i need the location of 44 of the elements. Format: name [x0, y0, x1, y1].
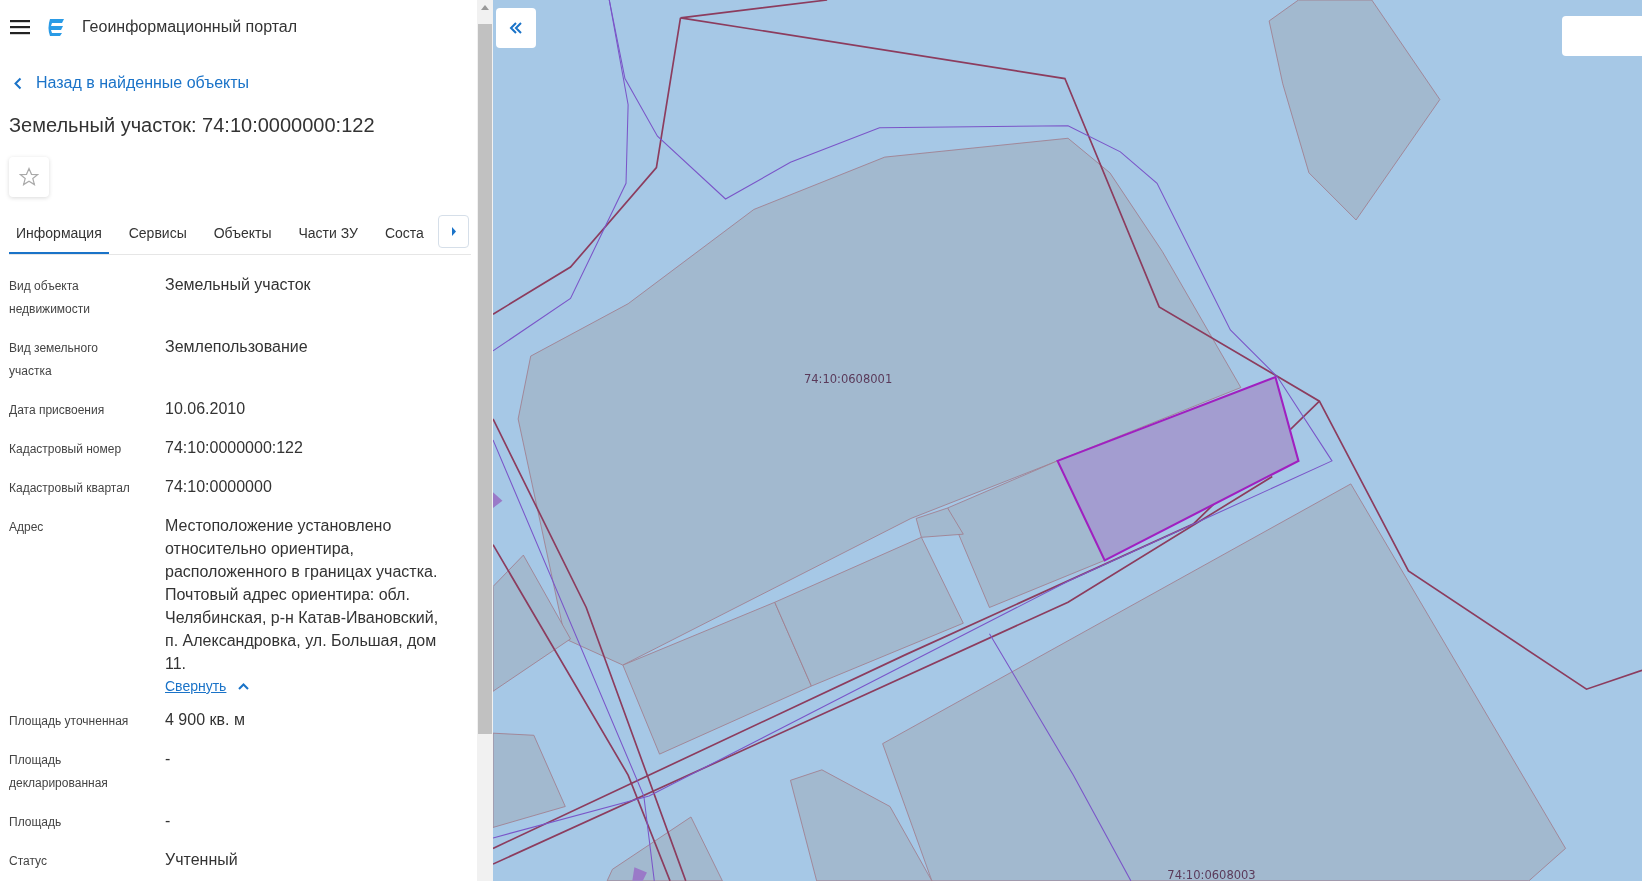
- field-label: Площадь: [9, 814, 63, 831]
- field-label: Кадастровый номер: [9, 441, 123, 458]
- field-value: -: [165, 749, 172, 769]
- field-label: Площадь уточненная: [9, 713, 130, 730]
- scroll-up-icon[interactable]: [481, 4, 489, 10]
- field-label: Кадастровый квартал: [9, 480, 131, 497]
- cadastral-label: 74:10:0608001: [803, 372, 893, 387]
- portal-title: Геоинформационный портал: [82, 18, 298, 36]
- chevron-up-icon: [238, 682, 250, 690]
- field-value: -: [165, 811, 172, 831]
- tab[interactable]: Сервисы: [121, 215, 194, 254]
- chevron-left-icon: [14, 76, 22, 90]
- field-label: Статус: [9, 853, 48, 870]
- field-label: Вид объекта недвижимости: [9, 278, 91, 318]
- selected-parcel[interactable]: [1056, 375, 1300, 562]
- field-value: Землепользование: [165, 337, 309, 357]
- field-label: Адрес: [9, 519, 45, 536]
- tab[interactable]: Информация: [9, 215, 109, 254]
- tabs-scroll-button[interactable]: [438, 215, 469, 248]
- tab[interactable]: Объекты: [206, 215, 279, 254]
- back-link[interactable]: Назад в найденные объекты: [14, 74, 250, 92]
- field-value: Местоположение установлено относительно ориентира, расположенного в границах участка. Почтовый адрес ориентира: обл. Челябинская, р-н Катав-Ивановский, п. Александровка, ул. Большая, дом 11.: [165, 516, 440, 674]
- field-value: 4 900 кв. м: [165, 710, 246, 730]
- field-value: 74:10:0000000: [165, 477, 273, 497]
- field-value: 74:10:0000000:122: [165, 438, 304, 458]
- logo-icon: [46, 17, 66, 37]
- field-value: Учтенный: [165, 850, 239, 870]
- field-label: Дата присвоения: [9, 402, 106, 419]
- field-label: Площадь декларированная: [9, 752, 109, 792]
- scrollbar-thumb[interactable]: [478, 24, 492, 734]
- object-heading: Земельный участок: 74:10:0000000:122: [9, 114, 376, 137]
- caret-right-icon: [450, 227, 457, 236]
- collapse-panel-button[interactable]: [496, 8, 536, 48]
- field-value: Земельный участок: [165, 275, 312, 295]
- tab[interactable]: Соста: [377, 215, 431, 254]
- collapse-link[interactable]: Свернуть: [165, 678, 250, 694]
- tab[interactable]: Части ЗУ: [291, 215, 365, 254]
- double-chevron-left-icon: [509, 22, 523, 34]
- field-value: 10.06.2010: [165, 399, 247, 419]
- field-label: Вид земельного участка: [9, 340, 99, 380]
- star-icon: [19, 167, 39, 187]
- cadastral-label: 74:10:0608003: [1167, 867, 1256, 881]
- favorite-button[interactable]: [9, 157, 49, 197]
- menu-icon[interactable]: [10, 19, 30, 35]
